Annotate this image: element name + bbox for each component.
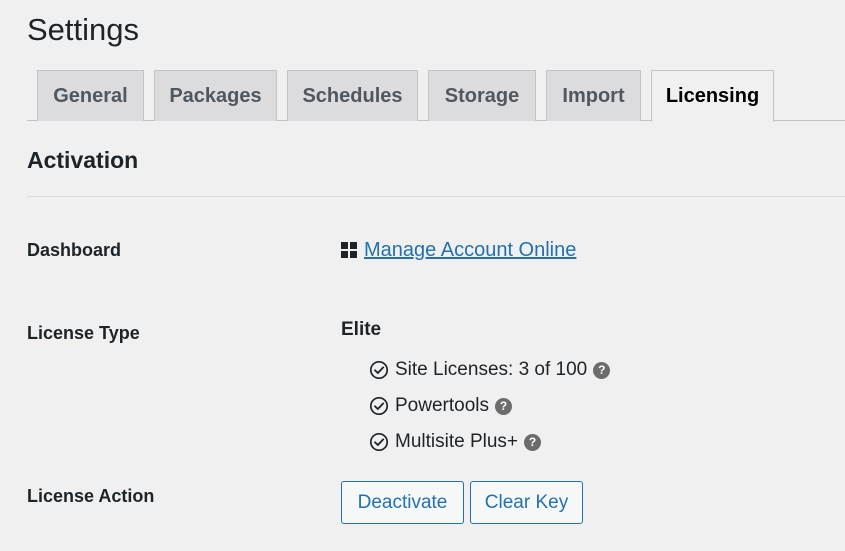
deactivate-button[interactable]: Deactivate	[341, 481, 464, 524]
clear-key-button[interactable]: Clear Key	[470, 481, 583, 524]
help-icon[interactable]: ?	[593, 361, 611, 379]
check-circle-icon	[369, 396, 389, 416]
page-title: Settings	[27, 12, 140, 47]
manage-account-online-link[interactable]: Manage Account Online	[364, 236, 576, 264]
feature-text: Site Licenses: 3 of 100	[395, 359, 588, 380]
feature-text: Multisite Plus+	[395, 431, 519, 452]
help-icon[interactable]: ?	[524, 433, 542, 451]
section-divider	[27, 196, 845, 197]
feature-multisite-plus: Multisite Plus+ ?	[369, 429, 542, 455]
help-icon[interactable]: ?	[495, 397, 512, 415]
feature-site-licenses: Site Licenses: 3 of 100 ?	[369, 357, 611, 383]
section-title-activation: Activation	[27, 147, 139, 173]
license-action-label: License Action	[27, 486, 155, 506]
dashboard-label: Dashboard	[27, 240, 122, 260]
license-type-value: Elite	[341, 319, 382, 340]
tab-licensing[interactable]: Licensing	[651, 70, 774, 122]
license-type-label: License Type	[27, 323, 140, 343]
tab-general[interactable]: General	[37, 70, 144, 121]
dashboard-grid-icon	[341, 242, 357, 258]
tab-import[interactable]: Import	[546, 70, 641, 121]
feature-text: Powertools	[395, 395, 489, 416]
check-circle-icon	[369, 432, 389, 452]
tab-packages[interactable]: Packages	[154, 70, 277, 121]
check-circle-icon	[369, 360, 389, 380]
tab-storage[interactable]: Storage	[428, 70, 536, 121]
manage-account-link-wrap: Manage Account Online	[341, 236, 576, 264]
feature-powertools: Powertools ?	[369, 393, 512, 419]
settings-tabs: General Packages Schedules Storage Impor…	[27, 70, 845, 122]
tab-schedules[interactable]: Schedules	[287, 70, 418, 121]
